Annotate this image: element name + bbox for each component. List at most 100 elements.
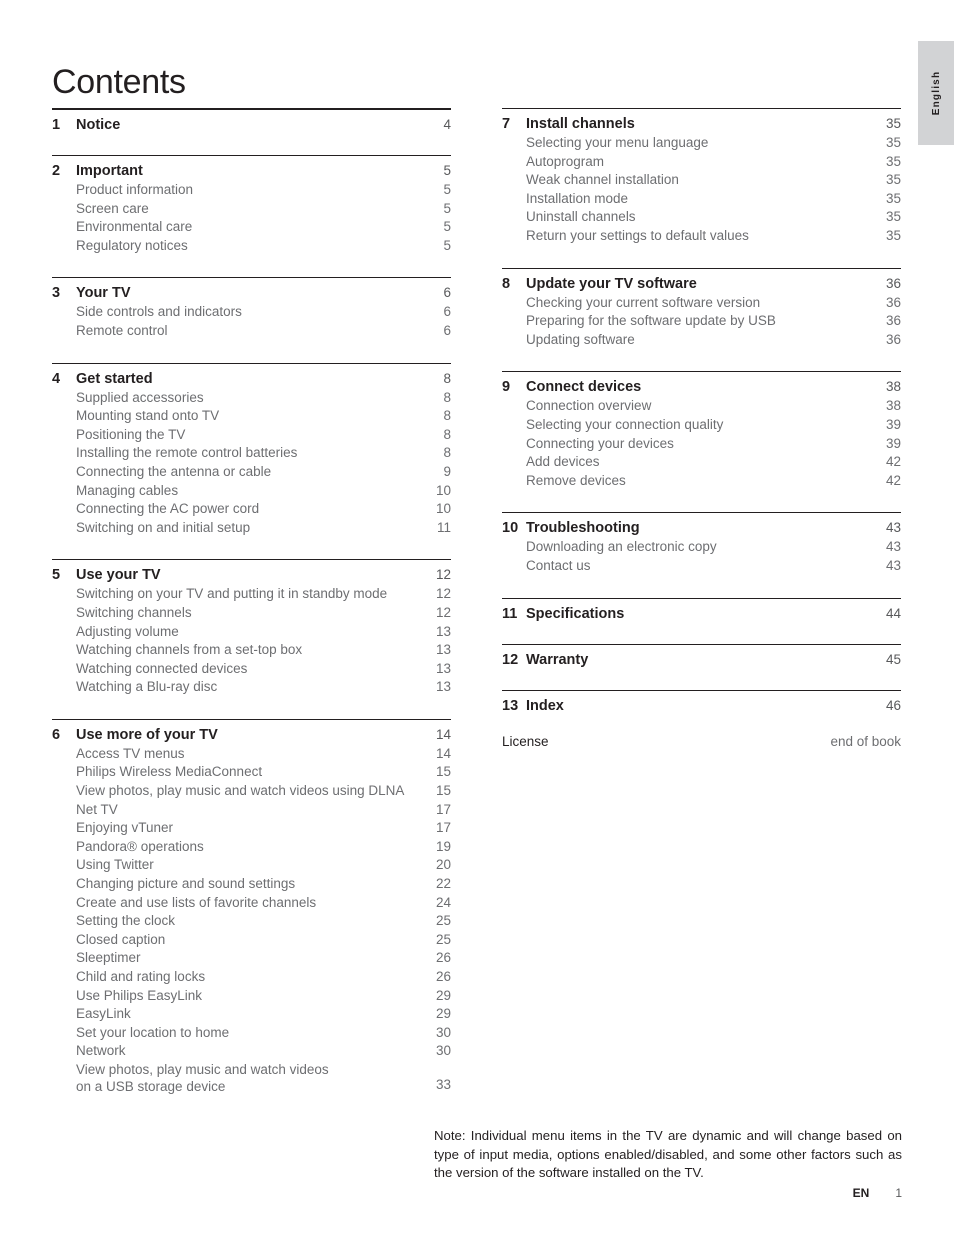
toc-entry-title: Positioning the TV [76, 426, 186, 442]
toc-entry-page: 13 [435, 642, 451, 658]
toc-section-number: 12 [502, 651, 519, 668]
toc-entry[interactable]: Mounting stand onto TV 8 [52, 407, 451, 426]
toc-entry[interactable]: View photos, play music and watch videos… [52, 782, 451, 801]
license-row[interactable]: License end of book [502, 722, 901, 749]
toc-entry-page: 8 [443, 445, 451, 461]
toc-entry-title: Side controls and indicators [76, 304, 242, 320]
toc-section-heading[interactable]: 6 Use more of your TV 14 [52, 720, 451, 743]
toc-section-heading[interactable]: 8 Update your TV software 36 [502, 269, 901, 292]
toc-entry-page: 13 [435, 679, 451, 695]
toc-entry[interactable]: Uninstall channels 35 [502, 208, 901, 227]
toc-entry[interactable]: Child and rating locks 26 [52, 968, 451, 987]
toc-entry[interactable]: Downloading an electronic copy 43 [502, 538, 901, 557]
toc-section-heading[interactable]: 9 Connect devices 38 [502, 372, 901, 395]
toc-entry[interactable]: Connection overview 38 [502, 397, 901, 416]
toc-entry-title: Contact us [526, 557, 591, 573]
toc-section-heading[interactable]: 10 Troubleshooting 43 [502, 513, 901, 536]
toc-entry[interactable]: Watching channels from a set-top box 13 [52, 641, 451, 660]
toc-section-number: 10 [502, 520, 519, 537]
toc-entry-page: 35 [885, 227, 901, 243]
toc-section-page: 38 [885, 379, 901, 395]
toc-section-heading[interactable]: 12 Warranty 45 [502, 645, 901, 668]
toc-section-heading[interactable]: 2 Important 5 [52, 156, 451, 179]
toc-entry[interactable]: Watching connected devices 13 [52, 660, 451, 679]
toc-entry[interactable]: Create and use lists of favorite channel… [52, 894, 451, 913]
toc-entry[interactable]: Connecting your devices 39 [502, 435, 901, 454]
toc-entry-title: Child and rating locks [76, 969, 206, 984]
toc-entry[interactable]: Autoprogram 35 [502, 153, 901, 172]
toc-entry[interactable]: Installing the remote control batteries 8 [52, 444, 451, 463]
toc-section-heading[interactable]: 13 Index 46 [502, 691, 901, 714]
toc-section-heading[interactable]: 5 Use your TV 12 [52, 560, 451, 583]
toc-entry[interactable]: Preparing for the software update by USB… [502, 312, 901, 331]
toc-entry[interactable]: Add devices 42 [502, 453, 901, 472]
toc-entry[interactable]: Checking your current software version 36 [502, 294, 901, 313]
toc-entry[interactable]: Side controls and indicators 6 [52, 303, 451, 322]
toc-entry[interactable]: Managing cables 10 [52, 482, 451, 501]
toc-entry-title: Philips Wireless MediaConnect [76, 764, 263, 780]
toc-entry-page: 39 [885, 435, 901, 451]
toc-entry-page: 30 [435, 1024, 451, 1040]
toc-entry-page: 9 [443, 463, 451, 479]
toc-entry-title: Screen care [76, 200, 149, 216]
toc-entry[interactable]: Regulatory notices 5 [52, 237, 451, 256]
footer-language: EN [852, 1186, 870, 1200]
toc-entry[interactable]: Positioning the TV 8 [52, 426, 451, 445]
toc-column-right: 7 Install channels 35 Selecting your menu l… [502, 108, 901, 749]
toc-entry-title: Closed caption [76, 931, 166, 947]
toc-entry-page: 22 [435, 876, 451, 892]
toc-entry[interactable]: Selecting your menu language 35 [502, 134, 901, 153]
toc-entry[interactable]: Supplied accessories 8 [52, 389, 451, 408]
toc-entry[interactable]: Weak channel installation 35 [502, 171, 901, 190]
toc-entry[interactable]: Switching on and initial setup 11 [52, 519, 451, 538]
toc-entry[interactable]: Watching a Blu-ray disc 13 [52, 678, 451, 697]
toc-entry[interactable]: Remove devices 42 [502, 472, 901, 491]
toc-entry[interactable]: Contact us 43 [502, 557, 901, 576]
toc-entry[interactable]: Switching on your TV and putting it in s… [52, 585, 451, 604]
toc-entry[interactable]: Remote control 6 [52, 322, 451, 341]
toc-section-heading[interactable]: 11 Specifications 44 [502, 599, 901, 622]
toc-entry-title: Switching channels [76, 604, 192, 620]
toc-section-number: 1 [52, 117, 61, 133]
toc-entry[interactable]: Environmental care 5 [52, 218, 451, 237]
toc-entry[interactable]: Updating software 36 [502, 331, 901, 350]
toc-entry[interactable]: Selecting your connection quality 39 [502, 416, 901, 435]
toc-entry[interactable]: Changing picture and sound settings 22 [52, 875, 451, 894]
toc-section-heading[interactable]: 7 Install channels 35 [502, 109, 901, 132]
toc-entry[interactable]: View photos, play music and watch videos… [52, 1061, 451, 1095]
toc-entry-page: 10 [435, 482, 451, 498]
toc-entry[interactable]: Sleeptimer 26 [52, 949, 451, 968]
toc-entry-title: Environmental care [76, 219, 193, 235]
toc-entry[interactable]: Installation mode 35 [502, 190, 901, 209]
toc-entry-title: Selecting your menu language [526, 135, 709, 150]
toc-entry[interactable]: Philips Wireless MediaConnect 15 [52, 763, 451, 782]
toc-entry[interactable]: Connecting the AC power cord 10 [52, 500, 451, 519]
toc-entry-list: Checking your current software version 36… [502, 292, 901, 350]
toc-section-heading[interactable]: 1 Notice 4 [52, 110, 451, 133]
toc-entry-list: Switching on your TV and putting it in s… [52, 583, 451, 697]
toc-entry[interactable]: Adjusting volume 13 [52, 623, 451, 642]
toc-section-heading[interactable]: 3 Your TV 6 [52, 278, 451, 301]
toc-section-title: Notice [76, 117, 121, 133]
toc-entry[interactable]: Enjoying vTuner 17 [52, 819, 451, 838]
toc-entry[interactable]: Use Philips EasyLink 29 [52, 987, 451, 1006]
toc-entry[interactable]: Net TV 17 [52, 801, 451, 820]
toc-entry[interactable]: Closed caption 25 [52, 931, 451, 950]
toc-entry-title: Watching channels from a set-top box [76, 642, 303, 658]
toc-entry[interactable]: Setting the clock 25 [52, 912, 451, 931]
toc-entry[interactable]: Connecting the antenna or cable 9 [52, 463, 451, 482]
toc-entry[interactable]: Set your location to home 30 [52, 1024, 451, 1043]
toc-entry[interactable]: EasyLink 29 [52, 1005, 451, 1024]
toc-entry[interactable]: Product information 5 [52, 181, 451, 200]
toc-entry[interactable]: Access TV menus 14 [52, 745, 451, 764]
toc-entry[interactable]: Network 30 [52, 1042, 451, 1061]
toc-entry-list: Downloading an electronic copy 43 Contact … [502, 536, 901, 575]
toc-entry[interactable]: Screen care 5 [52, 200, 451, 219]
toc-section-heading[interactable]: 4 Get started 8 [52, 364, 451, 387]
toc-section: 8 Update your TV software 36 Checking your … [502, 267, 901, 372]
toc-entry[interactable]: Pandora® operations 19 [52, 838, 451, 857]
toc-entry[interactable]: Return your settings to default values 35 [502, 227, 901, 246]
toc-entry-title: View photos, play music and watch videos… [76, 783, 405, 799]
toc-entry[interactable]: Switching channels 12 [52, 604, 451, 623]
toc-entry[interactable]: Using Twitter 20 [52, 856, 451, 875]
